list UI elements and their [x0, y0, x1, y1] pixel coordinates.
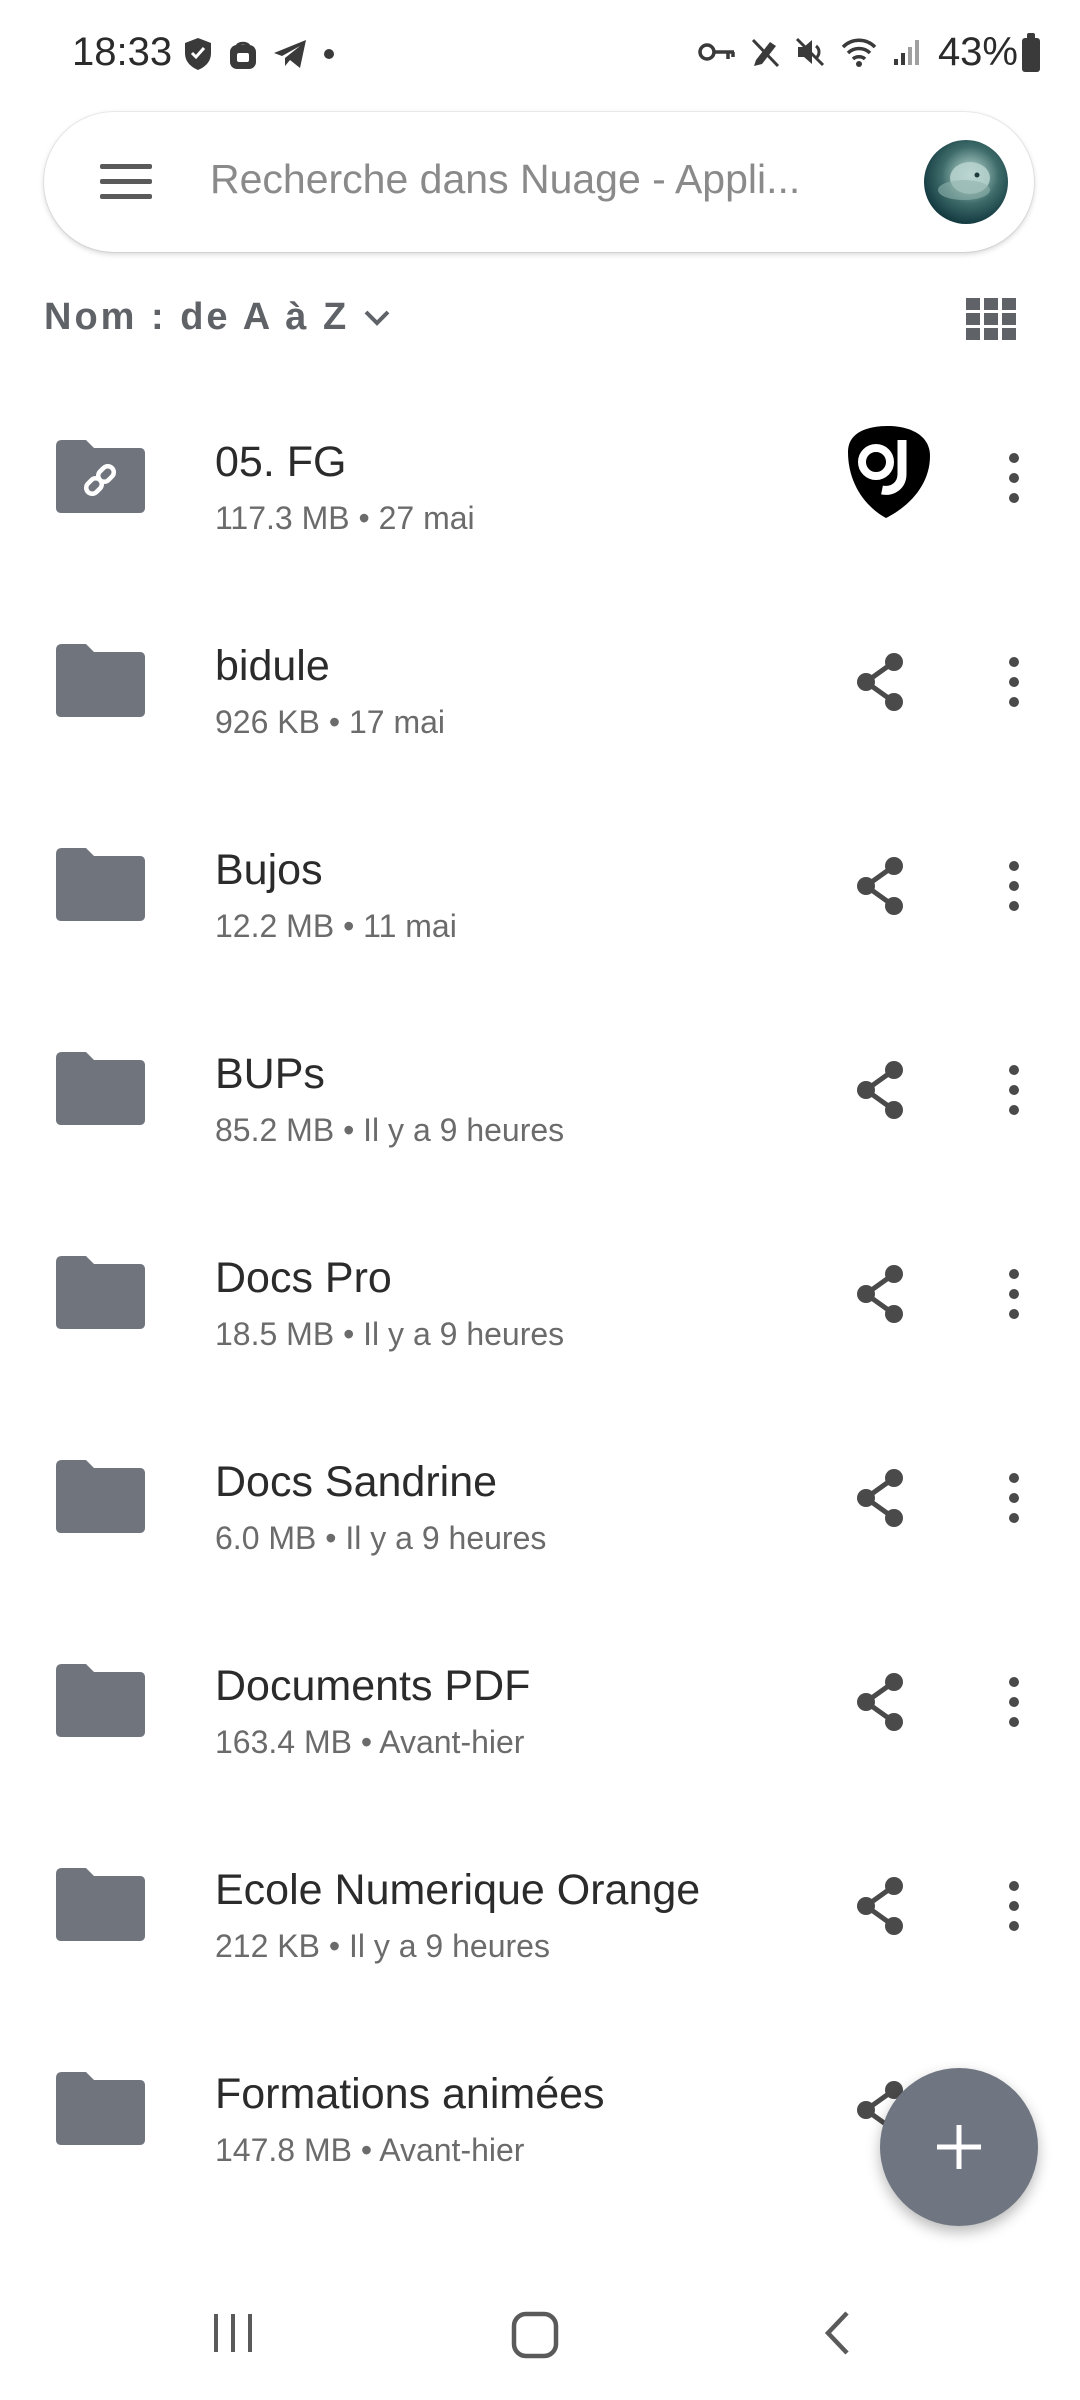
file-row[interactable]: Docs Pro 18.5 MB • Il y a 9 heures — [0, 1202, 1080, 1406]
file-row[interactable]: bidule 926 KB • 17 mai — [0, 590, 1080, 794]
file-meta: 163.4 MB • Avant-hier — [215, 1724, 525, 1760]
file-meta: 6.0 MB • Il y a 9 heures — [215, 1520, 547, 1556]
file-name: Formations animées — [215, 2070, 605, 2118]
wifi-icon — [841, 38, 877, 67]
more-options-icon[interactable] — [1000, 1672, 1028, 1732]
folder-icon — [56, 848, 145, 921]
folder-icon — [56, 1460, 145, 1533]
folder-icon — [56, 1052, 145, 1125]
folder-icon — [56, 2072, 145, 2145]
dot-icon — [324, 49, 334, 59]
share-icon[interactable] — [852, 1264, 908, 1324]
file-row[interactable]: 05. FG 117.3 MB • 27 mai — [0, 386, 1080, 590]
search-bar[interactable]: Recherche dans Nuage - Appli... — [44, 112, 1034, 252]
battery-percentage: 43% — [937, 30, 1018, 74]
file-name: Docs Sandrine — [215, 1458, 498, 1506]
folder-icon — [56, 644, 145, 717]
file-name: 05. FG — [215, 438, 347, 486]
file-meta: 147.8 MB • Avant-hier — [215, 2132, 525, 2168]
more-options-icon[interactable] — [1000, 1468, 1028, 1528]
back-icon[interactable] — [822, 2308, 852, 2358]
share-icon[interactable] — [852, 1672, 908, 1732]
add-button[interactable] — [880, 2068, 1038, 2226]
key-icon — [698, 43, 735, 61]
share-icon[interactable] — [852, 1468, 908, 1528]
folder-icon — [56, 1868, 145, 1941]
file-name: BUPs — [215, 1050, 325, 1098]
more-options-icon[interactable] — [1000, 856, 1028, 916]
menu-icon[interactable] — [100, 162, 152, 202]
status-left-icons — [182, 36, 336, 72]
owner-avatar-icon[interactable] — [838, 422, 936, 520]
shield-icon — [185, 38, 211, 70]
account-avatar[interactable] — [924, 140, 1008, 224]
telegram-icon — [274, 40, 306, 68]
search-input[interactable]: Recherche dans Nuage - Appli... — [210, 156, 800, 203]
file-name: Ecole Numerique Orange — [215, 1866, 701, 1914]
file-meta: 926 KB • 17 mai — [215, 704, 445, 740]
system-nav-bar — [0, 2280, 1080, 2400]
file-meta: 12.2 MB • 11 mai — [215, 908, 457, 944]
folder-icon — [56, 1256, 145, 1329]
chevron-down-icon — [364, 310, 390, 326]
pen-off-icon — [751, 38, 780, 68]
home-icon[interactable] — [510, 2310, 560, 2360]
sort-dropdown[interactable]: Nom : de A à Z — [44, 296, 391, 339]
share-icon[interactable] — [852, 1876, 908, 1936]
file-name: Bujos — [215, 846, 323, 894]
avatar-image — [938, 162, 990, 200]
status-right-icons — [698, 36, 922, 68]
file-meta: 212 KB • Il y a 9 heures — [215, 1928, 550, 1964]
file-meta: 18.5 MB • Il y a 9 heures — [215, 1316, 565, 1352]
file-name: Documents PDF — [215, 1662, 531, 1710]
more-options-icon[interactable] — [1000, 1264, 1028, 1324]
shared-folder-link-icon — [56, 440, 145, 513]
recents-icon[interactable] — [210, 2310, 256, 2356]
share-icon[interactable] — [852, 1060, 908, 1120]
file-meta: 85.2 MB • Il y a 9 heures — [215, 1112, 565, 1148]
more-options-icon[interactable] — [1000, 1876, 1028, 1936]
lock-badge-icon — [230, 41, 256, 69]
share-icon[interactable] — [852, 652, 908, 712]
mute-icon — [795, 37, 825, 67]
file-row[interactable]: Bujos 12.2 MB • 11 mai — [0, 794, 1080, 998]
file-row[interactable]: Docs Sandrine 6.0 MB • Il y a 9 heures — [0, 1406, 1080, 1610]
file-meta: 117.3 MB • 27 mai — [215, 500, 475, 536]
plus-icon — [937, 2125, 981, 2169]
file-row[interactable]: Documents PDF 163.4 MB • Avant-hier — [0, 1610, 1080, 1814]
grid-view-icon[interactable] — [966, 298, 1016, 340]
more-options-icon[interactable] — [1000, 448, 1028, 508]
file-row[interactable]: Ecole Numerique Orange 212 KB • Il y a 9… — [0, 1814, 1080, 2018]
battery-icon — [1022, 33, 1040, 72]
file-row[interactable]: BUPs 85.2 MB • Il y a 9 heures — [0, 998, 1080, 1202]
file-name: bidule — [215, 642, 330, 690]
more-options-icon[interactable] — [1000, 1060, 1028, 1120]
file-name: Docs Pro — [215, 1254, 392, 1302]
more-options-icon[interactable] — [1000, 652, 1028, 712]
sort-label: Nom : de A à Z — [44, 296, 350, 338]
signal-icon — [894, 40, 919, 65]
folder-icon — [56, 1664, 145, 1737]
share-icon[interactable] — [852, 856, 908, 916]
status-bar: 18:33 43% — [0, 0, 1080, 108]
status-time: 18:33 — [72, 30, 173, 74]
